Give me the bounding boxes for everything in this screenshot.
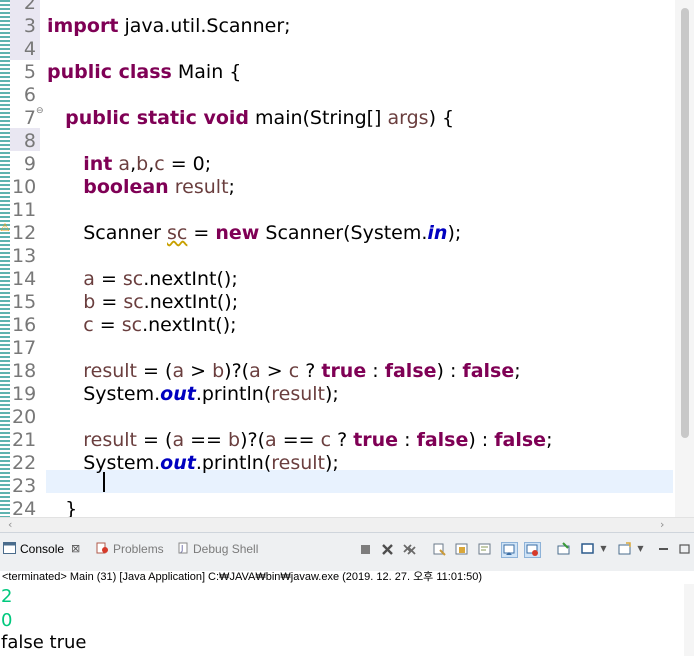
code-line[interactable]: public class Main { [47,61,241,84]
code-editor[interactable]: 2 3 import java.util.Scanner; 4 5 public clas… [0,0,694,517]
code-line[interactable]: System.out.println(result); [47,383,339,406]
scroll-right-icon[interactable]: › [660,518,664,531]
line-number: 12 [12,222,37,244]
tab-console[interactable]: Console [20,542,64,556]
code-line[interactable]: import java.util.Scanner; [47,15,291,38]
code-line[interactable]: int a,b,c = 0; [47,153,211,176]
console-status: <terminated> Main (31) [Java Application… [2,571,483,583]
line-number: 21 [12,429,37,451]
svg-text:J: J [180,544,183,553]
code-line[interactable]: a = sc.nextInt(); [47,268,237,291]
console-panel: Console ⊠ Problems J Debug Shell ▼ ▼ <te… [0,532,694,656]
line-number: 24 [12,498,37,517]
line-number: 6 [23,84,36,106]
maximize-icon[interactable] [677,542,692,556]
fold-toggle-icon[interactable]: ⊖ [36,106,44,116]
vertical-scrollbar-thumb[interactable] [681,8,689,438]
line-number: 18 [12,360,37,382]
code-line[interactable]: boolean result; [47,176,235,199]
code-line[interactable]: Scanner sc = new Scanner(System.in); [47,222,461,245]
output-line: false true [1,632,87,653]
console-icon [3,542,16,554]
open-console-icon[interactable] [617,542,632,556]
tab-problems[interactable]: Problems [113,542,164,556]
line-number: 8 [23,130,36,152]
line-number: 11 [12,199,37,221]
output-line: 0 [1,610,13,631]
code-line[interactable]: result = (a == b)?(a == c ? true : false… [47,429,552,452]
pin-console-icon[interactable] [556,542,571,556]
line-number: 5 [23,61,36,83]
scroll-left-icon[interactable]: ‹ [8,518,12,531]
clear-console-icon[interactable] [432,542,447,556]
line-number: 13 [12,245,37,267]
line-number: 19 [12,383,37,405]
terminate-icon[interactable] [358,542,373,556]
tab-debug-shell[interactable]: Debug Shell [193,542,258,556]
line-number: 2 [23,0,36,14]
line-number: 20 [12,406,37,428]
remove-all-terminated-icon[interactable] [402,542,417,556]
code-line[interactable]: c = sc.nextInt(); [47,314,236,337]
code-line[interactable]: } [47,498,77,517]
display-selected-console-icon[interactable] [580,542,595,556]
code-line[interactable]: public static void main(String[] args) { [47,107,454,130]
line-number: 7 [23,107,36,129]
overview-gutter [0,0,10,517]
line-number: 9 [23,153,36,175]
problems-icon [96,542,108,554]
text-caret [103,472,105,492]
line-number: 10 [12,176,37,198]
line-number: 17 [12,337,37,359]
word-wrap-icon[interactable] [478,542,493,556]
close-icon[interactable]: ⊠ [71,542,80,555]
code-line[interactable]: result = (a > b)?(a > c ? true : false) … [47,360,520,383]
line-number: 3 [23,15,36,37]
horizontal-scrollbar[interactable]: ‹ › [0,517,694,532]
code-line[interactable]: System.out.println(result); [47,452,339,475]
console-vertical-scrollbar[interactable] [684,584,694,656]
output-line: 2 [1,586,13,607]
minimize-icon[interactable] [656,542,671,556]
remove-launch-icon[interactable] [380,542,395,556]
line-number: 15 [12,291,37,313]
show-console-on-error-icon[interactable] [524,542,541,558]
chevron-down-icon[interactable]: ▼ [633,542,648,556]
debug-shell-icon: J [178,542,188,554]
code-line[interactable]: b = sc.nextInt(); [47,291,238,314]
line-number: 23 [12,475,37,497]
warning-icon[interactable]: ⚠ [0,221,10,234]
line-number: 22 [12,452,37,474]
line-number: 14 [12,268,37,290]
console-tabbar: Console ⊠ Problems J Debug Shell ▼ ▼ <te… [0,532,694,583]
line-number: 4 [23,38,36,60]
scroll-lock-icon[interactable] [455,542,470,556]
line-number: 16 [12,314,37,336]
chevron-down-icon[interactable]: ▼ [596,542,611,556]
show-console-on-output-icon[interactable] [501,542,518,558]
